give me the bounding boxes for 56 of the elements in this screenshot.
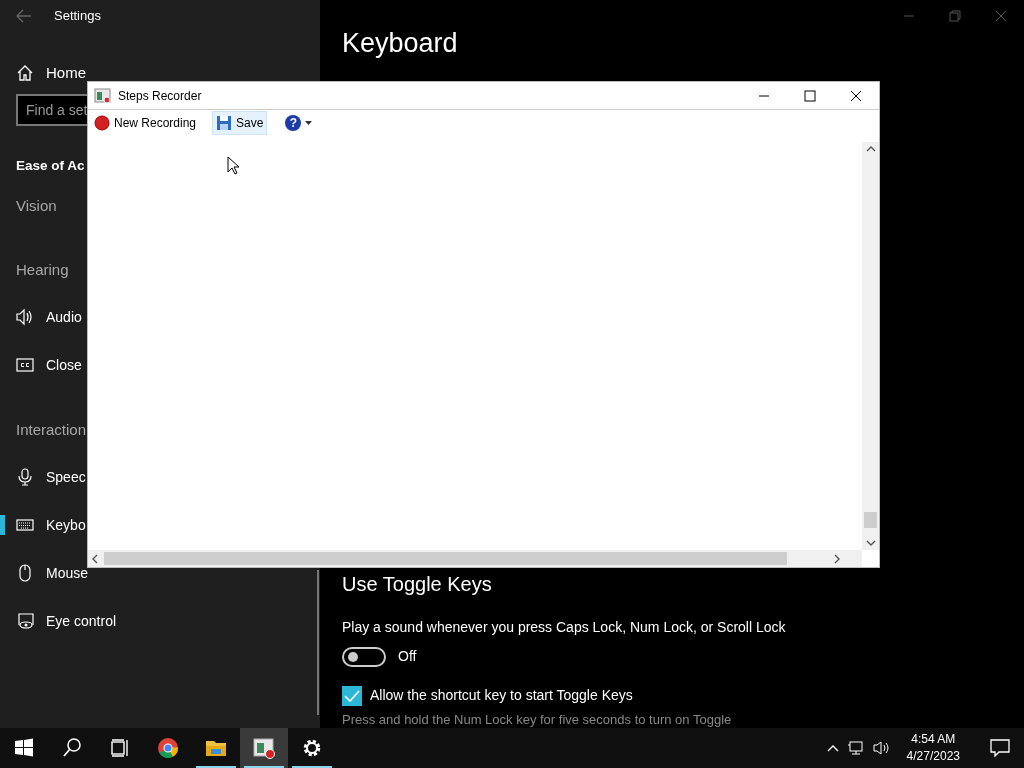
horizontal-scrollbar[interactable] <box>88 550 862 567</box>
network-icon[interactable] <box>846 740 865 756</box>
clock-time[interactable]: 4:54 AM <box>906 731 960 748</box>
mouse-icon <box>16 564 34 582</box>
window-title: Steps Recorder <box>118 87 202 105</box>
browser-icon[interactable] <box>156 736 180 760</box>
checkbox-label: Allow the shortcut key to start Toggle Keys <box>370 686 633 705</box>
keyboard-icon <box>16 516 34 534</box>
category-heading: Vision <box>15 196 57 216</box>
home-link[interactable]: Home <box>0 62 88 84</box>
scroll-thumb[interactable] <box>864 512 877 528</box>
scroll-left-icon[interactable] <box>92 553 98 564</box>
mouse-pointer-icon <box>227 156 239 175</box>
app-icon <box>94 87 112 104</box>
category-heading: Hearing <box>15 260 69 280</box>
search-field[interactable]: Find a set <box>16 94 87 126</box>
help-button[interactable]: ? <box>281 112 317 134</box>
hint-text: Press and hold the Num Lock key for five seconds to turn on Toggle <box>342 712 733 727</box>
maximize-icon[interactable] <box>804 89 816 102</box>
page-title: Keyboard <box>342 27 459 60</box>
volume-icon[interactable] <box>872 740 891 756</box>
toggle-label: Off <box>398 647 417 666</box>
scroll-right-icon[interactable] <box>834 553 840 564</box>
back-icon[interactable] <box>16 9 32 23</box>
new-recording-button[interactable]: New Recording <box>90 111 201 135</box>
nav-item[interactable]: Mouse <box>0 549 90 597</box>
chevron-up-icon[interactable] <box>826 744 839 752</box>
nav-item[interactable]: Close <box>0 341 83 389</box>
captions-icon <box>16 356 34 374</box>
nav-item[interactable]: Keybo <box>0 501 87 549</box>
nav-item[interactable]: Speec <box>0 453 87 501</box>
recorder-icon[interactable] <box>252 736 276 760</box>
nav-item[interactable]: Eye control <box>0 597 118 645</box>
window-title: Settings <box>54 7 101 26</box>
scroll-down-icon[interactable] <box>865 540 876 546</box>
clock-date[interactable]: 4/27/2023 <box>906 748 960 765</box>
home-icon <box>16 64 34 82</box>
record-icon <box>94 115 110 131</box>
caret-icon <box>305 121 313 125</box>
checkbox[interactable] <box>342 685 362 706</box>
vertical-scrollbar[interactable] <box>862 142 879 550</box>
eye-icon <box>16 612 34 630</box>
scroll-up-icon[interactable] <box>865 146 876 152</box>
taskbar-button[interactable] <box>240 728 288 768</box>
nav-item[interactable]: Audio <box>0 293 83 341</box>
speaker-icon <box>16 308 34 326</box>
section-heading: Use Toggle Keys <box>342 572 493 597</box>
microphone-icon <box>16 468 34 486</box>
close-icon[interactable] <box>850 89 862 102</box>
toggle-switch[interactable] <box>342 646 386 667</box>
description-text: Play a sound whenever you press Caps Lock, Num Lock, or Scroll Lock <box>342 618 787 637</box>
section-title: Ease of Ac <box>15 157 85 175</box>
category-heading: Interaction <box>15 420 87 440</box>
save-button[interactable]: Save <box>212 111 268 135</box>
scroll-thumb[interactable] <box>104 552 787 565</box>
notification-icon[interactable] <box>990 739 1010 757</box>
